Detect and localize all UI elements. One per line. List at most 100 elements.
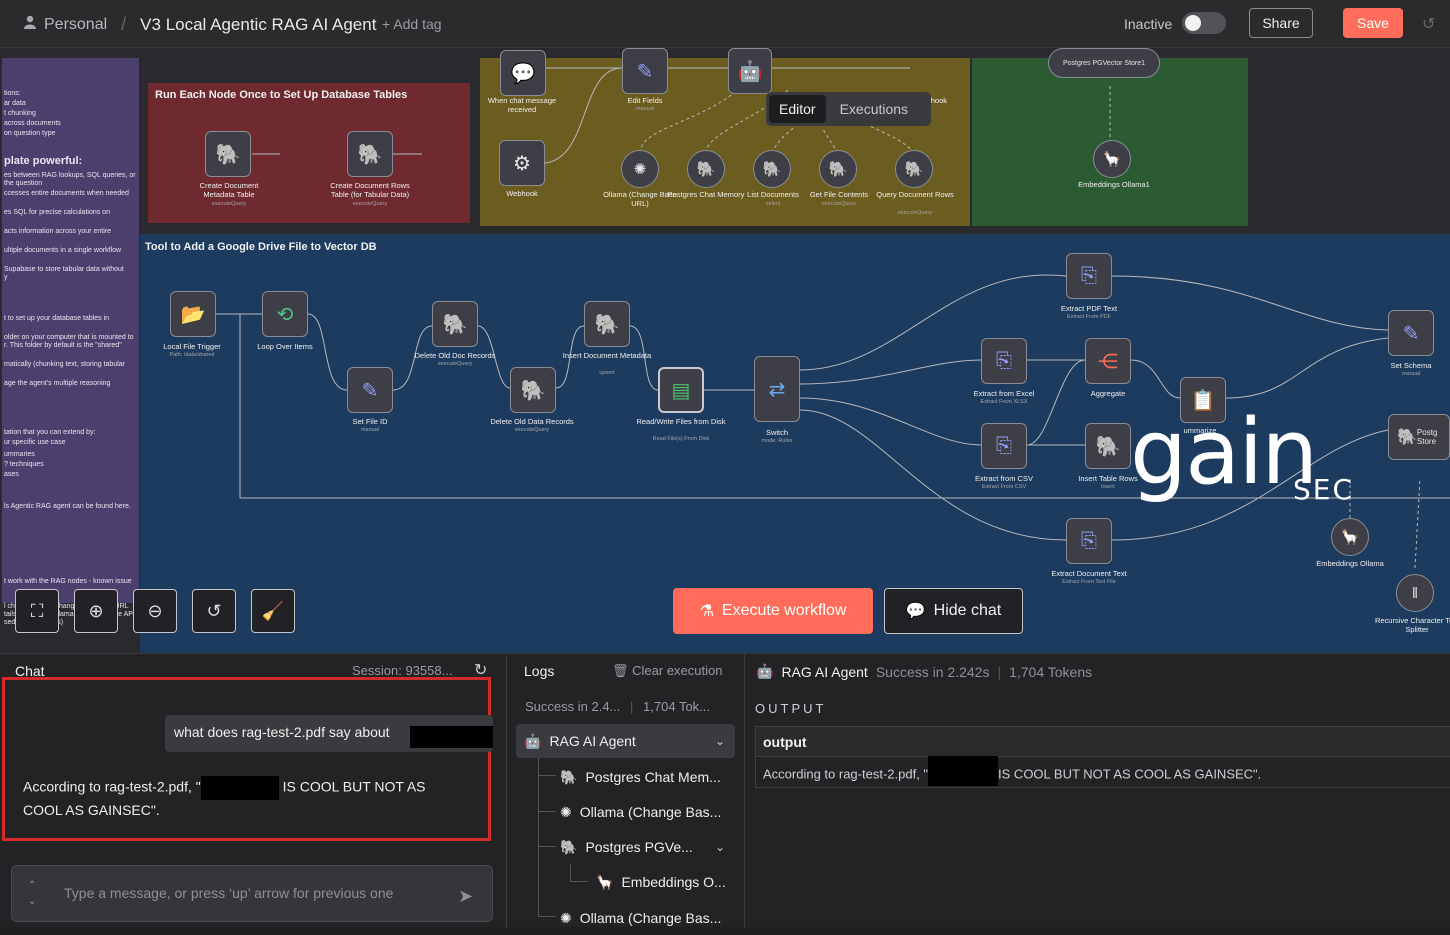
postgres-memory-node[interactable]: 🐘 — [687, 150, 725, 188]
clear-execution-button[interactable]: 🗑 Clear execution — [612, 663, 722, 679]
insert-document-metadata-node[interactable]: 🐘 — [584, 301, 630, 347]
postgres-store-node[interactable]: 🐘 Postg Store — [1388, 414, 1450, 460]
log-item-label: Postgres PGVe... — [585, 839, 693, 855]
local-file-trigger-node[interactable]: 📂 — [170, 291, 216, 337]
add-tag-button[interactable]: + Add tag — [382, 16, 442, 32]
extract-pdf-text-node[interactable]: ⎘ — [1066, 253, 1112, 299]
tab-executions[interactable]: Executions — [830, 95, 918, 123]
history-arrows-icon[interactable]: ⌃ ⌄ — [28, 878, 36, 910]
read-write-files-node[interactable]: ▤ — [658, 367, 704, 413]
ollama-model-node[interactable]: ✺ — [621, 150, 659, 188]
postgres-icon: 🐘 — [560, 838, 578, 855]
node-label: Recursive Character Text Splitter — [1374, 616, 1450, 634]
openai-icon: ✺ — [633, 161, 647, 178]
active-toggle[interactable] — [1182, 12, 1226, 34]
query-document-rows-node[interactable]: 🐘 — [895, 150, 933, 188]
node-label: Read/Write Files from Disk — [636, 417, 726, 426]
save-button[interactable]: Save — [1343, 8, 1403, 38]
log-item-label: Embeddings O... — [621, 874, 726, 890]
postgres-icon: 🐘 — [1095, 435, 1121, 458]
log-item-ollama[interactable]: ✺ Ollama (Change Bas... — [560, 795, 721, 829]
pencil-icon: ✎ — [361, 379, 379, 402]
webhook-node[interactable]: ⚙ — [499, 140, 545, 186]
extract-document-text-node[interactable]: ⎘ — [1066, 518, 1112, 564]
create-metadata-table-node[interactable]: 🐘 — [205, 131, 251, 177]
edit-fields-node[interactable]: ✎ — [622, 48, 668, 94]
share-button[interactable]: Share — [1249, 8, 1313, 38]
node-label: Extract Document Text — [1051, 569, 1127, 578]
workspace-link[interactable]: Personal — [44, 16, 107, 34]
chat-bubble-icon: 💬 — [510, 62, 536, 85]
embeddings-ollama1-node[interactable]: 🦙 — [1093, 140, 1131, 178]
execute-workflow-button[interactable]: ⚗ Execute workflow — [673, 588, 873, 634]
node-label: Delete Old Doc Records — [414, 351, 496, 360]
chat-message-input[interactable] — [64, 885, 444, 901]
node-subtitle: Extract From PDF — [1066, 314, 1111, 320]
tidy-up-button[interactable]: 🧹 — [251, 589, 295, 633]
zoom-to-fit-button[interactable]: ⛶ — [15, 589, 59, 633]
create-rows-table-node[interactable]: 🐘 — [347, 131, 393, 177]
log-item-ollama-2[interactable]: ✺ Ollama (Change Bas... — [560, 901, 721, 935]
breadcrumb: Personal / V3 Local Agentic RAG AI Agent — [24, 14, 376, 35]
extract-from-csv-node[interactable]: ⎘ — [981, 423, 1027, 469]
log-item-postgres-memory[interactable]: 🐘 Postgres Chat Mem... — [560, 760, 721, 794]
loop-over-items-node[interactable]: ⟲ — [262, 291, 308, 337]
send-icon[interactable]: ➤ — [458, 886, 473, 907]
text-splitter-node[interactable]: ‖ — [1396, 574, 1434, 612]
zoom-in-button[interactable]: ⊕ — [74, 589, 118, 633]
set-schema-node[interactable]: ✎ — [1388, 310, 1434, 356]
node-label: Extract from Excel — [973, 389, 1035, 398]
openai-icon: ✺ — [560, 803, 572, 820]
list-documents-node[interactable]: 🐘 — [753, 150, 791, 188]
session-id[interactable]: Session: 93558... — [352, 663, 452, 678]
chat-trigger-node[interactable]: 💬 — [500, 50, 546, 96]
pgvector-store-node[interactable]: Postgres PGVector Store1 — [1048, 48, 1160, 78]
bot-message-start: According to rag-test-2.pdf, " — [23, 778, 201, 795]
rag-agent-node[interactable]: 🤖 — [728, 48, 772, 94]
node-subtitle: Extract From CSV — [981, 484, 1027, 490]
workflow-canvas[interactable]: tions: ar data t chunking across documents o… — [0, 48, 1450, 653]
output-value-cell[interactable]: According to rag-test-2.pdf, " IS COOL BU… — [756, 756, 1450, 787]
node-label: Extract from CSV — [975, 474, 1033, 483]
get-file-contents-node[interactable]: 🐘 — [819, 150, 857, 188]
divider: | — [630, 699, 634, 714]
embeddings-ollama-node[interactable]: 🦙 — [1331, 518, 1369, 556]
delete-old-data-records-node[interactable]: 🐘 — [510, 367, 556, 413]
set-file-id-node[interactable]: ✎ — [347, 367, 393, 413]
workflow-title[interactable]: V3 Local Agentic RAG AI Agent — [140, 15, 376, 35]
user-icon — [24, 15, 36, 34]
aggregate-node[interactable]: ⋲ — [1085, 338, 1131, 384]
ollama-icon: 🦙 — [596, 873, 614, 890]
log-item-embeddings[interactable]: 🦙 Embeddings O... — [596, 865, 726, 899]
reset-zoom-button[interactable]: ↺ — [192, 589, 236, 633]
switch-node[interactable]: ⇄ — [754, 356, 800, 422]
log-tokens: 1,704 Tok... — [643, 699, 711, 714]
node-label: Query Document Rows — [876, 190, 954, 199]
active-status-label: Inactive — [1124, 16, 1173, 32]
log-item-rag-agent[interactable]: 🤖 RAG AI Agent ⌄ — [516, 724, 735, 758]
delete-old-doc-records-node[interactable]: 🐘 — [432, 301, 478, 347]
chevron-down-icon[interactable]: ⌄ — [715, 734, 725, 748]
robot-icon: 🤖 — [737, 60, 763, 83]
logs-title: Logs — [524, 663, 555, 679]
output-section-label: OUTPUT — [755, 701, 827, 716]
tab-editor[interactable]: Editor — [769, 95, 826, 123]
node-label: Delete Old Data Records — [490, 417, 574, 426]
gainsec-watermark-sub: SEC — [1293, 473, 1355, 506]
output-panel: 🤖 RAG AI Agent Success in 2.242s | 1,704… — [746, 654, 1450, 928]
postgres-icon: 🐘 — [828, 161, 848, 178]
zoom-out-icon: ⊖ — [147, 600, 163, 621]
insert-table-rows-node[interactable]: 🐘 — [1085, 423, 1131, 469]
zoom-in-icon: ⊕ — [88, 600, 104, 621]
folder-icon: 📂 — [180, 303, 206, 326]
hide-chat-button[interactable]: 💬 Hide chat — [884, 588, 1023, 634]
postgres-icon: 🐘 — [357, 143, 383, 166]
output-tokens: 1,704 Tokens — [1009, 663, 1093, 680]
chevron-down-icon[interactable]: ⌄ — [715, 840, 725, 854]
node-subtitle: executeQuery — [211, 201, 247, 207]
zoom-out-button[interactable]: ⊖ — [133, 589, 177, 633]
log-item-pgvector[interactable]: 🐘 Postgres PGVe... ⌄ — [560, 830, 735, 864]
extract-from-excel-node[interactable]: ⎘ — [981, 338, 1027, 384]
history-icon[interactable]: ↺ — [1422, 14, 1435, 34]
loop-icon: ⟲ — [276, 303, 294, 326]
